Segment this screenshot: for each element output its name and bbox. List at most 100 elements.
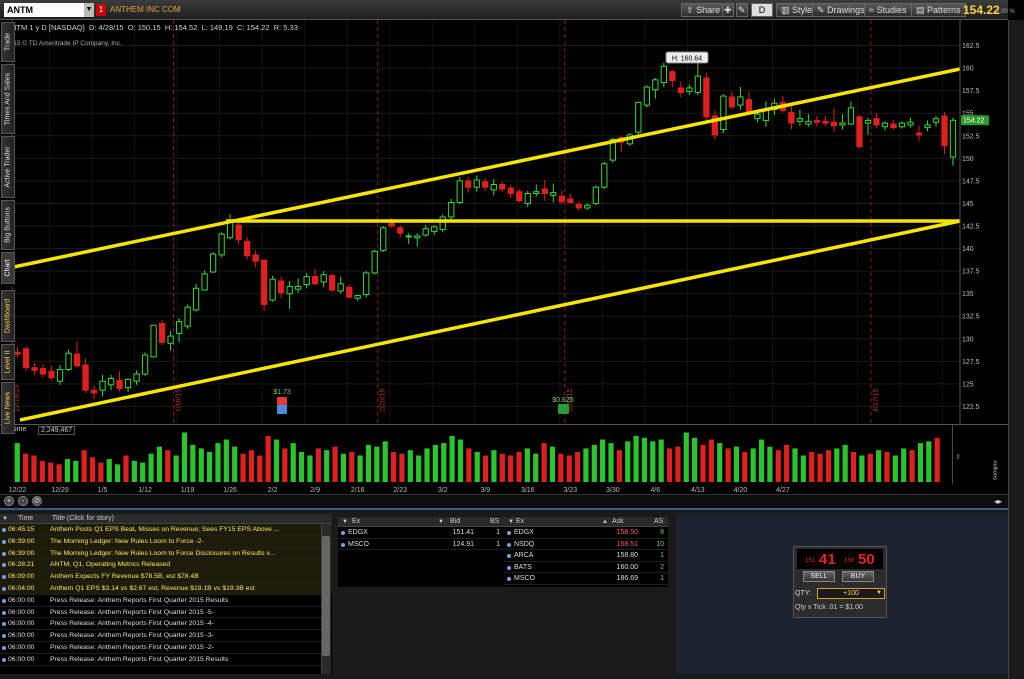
candle-body[interactable] xyxy=(175,321,183,334)
ask-col-as[interactable]: AS xyxy=(654,517,663,527)
tab-active-trader[interactable]: Active Trader xyxy=(1,136,15,198)
chevron-down-icon[interactable]: ▼ xyxy=(876,589,882,598)
candle-body[interactable] xyxy=(329,275,336,291)
candle-body[interactable] xyxy=(873,118,880,126)
volume-chart[interactable]: 2 millions xyxy=(0,424,1008,484)
bid-col-bs[interactable]: BS xyxy=(490,517,499,527)
wrench-icon[interactable]: ✎ xyxy=(736,3,748,17)
candle-body[interactable] xyxy=(269,278,276,301)
book-row[interactable]: ARCA 158.80 1 xyxy=(504,550,668,562)
news-row[interactable]: 06:00:00 Press Release: Anthem Reports Fi… xyxy=(0,630,332,642)
news-row[interactable]: 06:00:00 Press Release: Anthem Reports Fi… xyxy=(0,618,332,631)
price-chart[interactable]: 12/19/14 1/16/15 2/20/15 3/20/15 4/17/15 122… xyxy=(0,20,1008,424)
candle-body[interactable] xyxy=(456,180,463,204)
ask-big[interactable]: 50 xyxy=(858,551,875,568)
news-title[interactable]: Anthem Posts Q1 EPS Beat, Misses on Reve… xyxy=(50,524,318,535)
candle-body[interactable] xyxy=(337,283,344,292)
candle-body[interactable] xyxy=(881,122,889,128)
candle-body[interactable] xyxy=(677,87,684,93)
candle-body[interactable] xyxy=(847,107,855,125)
candle-body[interactable] xyxy=(397,227,404,234)
candle-body[interactable] xyxy=(363,272,370,296)
candle-body[interactable] xyxy=(737,96,744,106)
candle-body[interactable] xyxy=(669,71,676,82)
candle-body[interactable] xyxy=(839,122,846,126)
candle-body[interactable] xyxy=(643,86,650,106)
news-title[interactable]: Press Release: Anthem Reports First Quar… xyxy=(50,607,318,618)
info-icon[interactable] xyxy=(277,405,287,414)
candle-body[interactable] xyxy=(201,273,208,291)
tab-times-and-sales[interactable]: Times And Sales xyxy=(1,64,15,134)
news-title[interactable]: Press Release: Anthem Reports First Quar… xyxy=(50,630,318,641)
candle-body[interactable] xyxy=(209,253,217,273)
news-title[interactable]: Press Release: Anthem Reports First Quar… xyxy=(50,654,318,665)
studies-button[interactable]: ≈ Studies xyxy=(864,3,912,17)
candle-body[interactable] xyxy=(414,235,421,239)
candle-body[interactable] xyxy=(252,254,259,262)
candle-body[interactable] xyxy=(39,368,47,375)
candle-body[interactable] xyxy=(592,186,599,204)
news-row[interactable]: 06:00:00 Press Release: Anthem Reports Fi… xyxy=(0,642,332,654)
candle-body[interactable] xyxy=(813,119,821,123)
candle-body[interactable] xyxy=(482,181,489,188)
candle-body[interactable] xyxy=(226,220,234,239)
candle-body[interactable] xyxy=(65,352,72,370)
tab-chart[interactable]: Chart xyxy=(1,252,15,284)
ask-col-ex[interactable]: Ex xyxy=(516,517,524,527)
news-row[interactable]: 06:00:00 Press Release: Anthem Reports Fi… xyxy=(0,654,332,666)
buy-button[interactable]: BUY xyxy=(842,571,874,582)
crosshair-icon[interactable]: ✚ xyxy=(722,3,734,17)
news-row[interactable]: 06:00:00 Press Release: Anthem Reports Fi… xyxy=(0,607,332,619)
bid-big[interactable]: 41 xyxy=(819,551,836,568)
candle-body[interactable] xyxy=(371,250,378,274)
candle-body[interactable] xyxy=(133,373,140,382)
bid-col-bid[interactable]: Bid xyxy=(450,517,460,527)
candle-body[interactable] xyxy=(728,96,736,108)
candle-body[interactable] xyxy=(278,280,285,294)
news-col-title[interactable]: Title (Click for story) xyxy=(52,514,114,524)
dividend-icon[interactable] xyxy=(558,404,569,414)
candle-body[interactable] xyxy=(405,235,412,238)
ask-col-ask[interactable]: Ask xyxy=(612,517,624,527)
candle-body[interactable] xyxy=(303,276,310,286)
candle-body[interactable] xyxy=(82,364,89,391)
candle-body[interactable] xyxy=(320,274,327,283)
candle-body[interactable] xyxy=(788,111,795,124)
candle-body[interactable] xyxy=(99,380,106,391)
aggregation-button[interactable]: D xyxy=(751,3,773,17)
bid-col-ex[interactable]: Ex xyxy=(352,517,360,527)
candle-body[interactable] xyxy=(864,119,872,124)
candle-body[interactable] xyxy=(422,228,429,236)
candle-body[interactable] xyxy=(22,348,30,369)
candle-body[interactable] xyxy=(465,180,472,188)
candle-body[interactable] xyxy=(235,224,242,241)
news-row[interactable]: 06:28:21 ANTM, Q1, Operating Metrics Rele… xyxy=(0,559,332,572)
candle-body[interactable] xyxy=(48,370,55,379)
news-title[interactable]: Press Release: Anthem Reports First Quar… xyxy=(50,618,318,629)
patterns-button[interactable]: ▤ Patterns xyxy=(911,3,966,17)
tab-level-ii[interactable]: Level II xyxy=(1,344,15,380)
symbol-selector[interactable]: ANTM ▼ xyxy=(4,3,94,17)
candle-body[interactable] xyxy=(295,285,302,290)
candle-body[interactable] xyxy=(346,286,353,298)
zoom-reset-icon[interactable]: ⊘ xyxy=(32,496,42,506)
candle-body[interactable] xyxy=(260,259,268,306)
candle-body[interactable] xyxy=(660,65,667,84)
qty-input[interactable]: +100 ▼ xyxy=(817,588,885,599)
link-badge[interactable]: 1 xyxy=(96,4,106,16)
candle-body[interactable] xyxy=(141,354,149,375)
candle-body[interactable] xyxy=(90,389,98,394)
candle-body[interactable] xyxy=(754,113,761,120)
zoom-in-icon[interactable]: + xyxy=(4,496,14,506)
news-title[interactable]: Press Release: Anthem Reports First Quar… xyxy=(50,642,318,653)
tab-big-buttons[interactable]: Big Buttons xyxy=(1,200,15,250)
tab-trade[interactable]: Trade xyxy=(1,22,15,62)
news-row[interactable]: 06:39:00 The Morning Ledger: New Rules Lo… xyxy=(0,535,332,548)
candle-body[interactable] xyxy=(507,187,514,195)
candle-body[interactable] xyxy=(499,183,506,190)
candle-body[interactable] xyxy=(473,179,480,188)
candle-body[interactable] xyxy=(941,115,948,147)
candle-body[interactable] xyxy=(124,378,132,389)
news-title[interactable]: Press Release: Anthem Reports First Quar… xyxy=(50,595,318,606)
drawings-button[interactable]: ✎ Drawings xyxy=(812,3,870,17)
